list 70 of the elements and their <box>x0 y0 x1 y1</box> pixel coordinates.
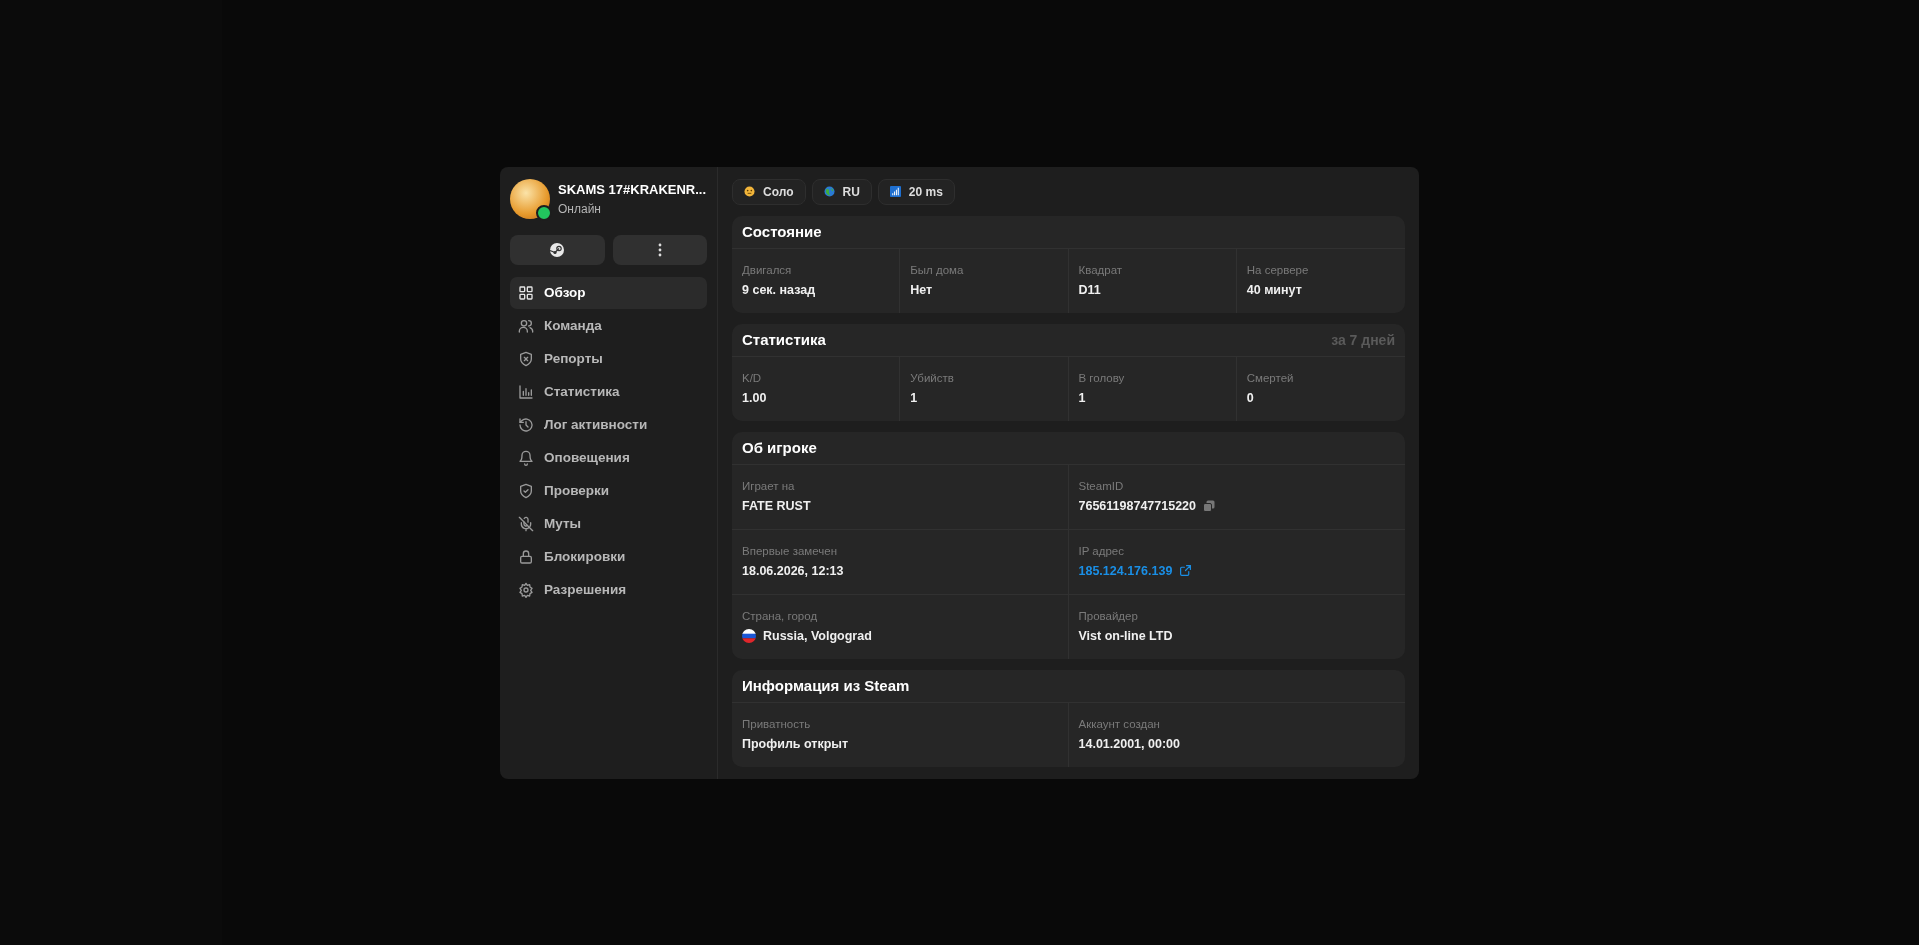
copy-icon[interactable] <box>1203 499 1215 512</box>
field-value: Vist on-line LTD <box>1078 628 1173 643</box>
field-label: K/D <box>742 371 763 384</box>
field-label: Смертей <box>1246 371 1295 384</box>
steam-icon <box>549 241 566 258</box>
field-value: FATE RUST <box>742 498 811 513</box>
field-value: 9 сек. назад <box>742 282 816 297</box>
flag-icon <box>742 628 756 643</box>
nav-item[interactable]: Муты <box>510 507 707 540</box>
ip-link[interactable]: 185.124.176.139 <box>1078 563 1173 578</box>
nav-item[interactable]: Разрешения <box>510 573 707 606</box>
tag-chip: RU <box>811 178 872 205</box>
shield-x-icon <box>518 350 534 367</box>
player-name: SKAMS 17#KRAKENR... <box>558 181 707 199</box>
field-value: Russia, Volgograd <box>763 628 872 643</box>
field-value: 1.00 <box>742 390 767 405</box>
steam-profile-button[interactable] <box>510 234 605 265</box>
nav-item[interactable]: Статистика <box>510 375 707 408</box>
nav-item[interactable]: Репорты <box>510 342 707 375</box>
field-value: Нет <box>910 282 933 297</box>
nav-item[interactable]: Блокировки <box>510 540 707 573</box>
field-value: 76561198747715220 <box>1078 498 1196 513</box>
field-value: D11 <box>1078 282 1101 297</box>
signal-icon <box>889 186 901 197</box>
external-link-icon[interactable] <box>1179 564 1193 577</box>
field-label: Провайдер <box>1078 609 1139 622</box>
field-label: Двигался <box>742 263 793 276</box>
nav-item[interactable]: Обзор <box>510 276 707 309</box>
bell-icon <box>518 449 534 466</box>
field-value: 0 <box>1246 390 1254 405</box>
field-label: На сервере <box>1246 263 1310 276</box>
field-value: 1 <box>1078 390 1086 405</box>
section-title: Информация из Steam <box>742 677 910 694</box>
field-label: Аккаунт создан <box>1078 717 1161 730</box>
globe-icon <box>823 186 835 197</box>
field-label: Впервые замечен <box>742 544 838 557</box>
face-icon <box>744 186 755 197</box>
tag-chip: Соло <box>732 178 806 205</box>
field-label: В голову <box>1078 371 1126 384</box>
field-label: Был дома <box>910 263 965 276</box>
field-value: 40 минут <box>1246 282 1302 297</box>
field-label: Квадрат <box>1078 263 1124 276</box>
lock-icon <box>518 548 534 565</box>
grid-icon <box>518 284 534 301</box>
shield-check-icon <box>518 482 534 499</box>
chart-icon <box>518 383 534 400</box>
gear-icon <box>518 581 534 598</box>
section-title: Статистика <box>742 331 826 348</box>
users-icon <box>518 317 534 334</box>
field-label: Страна, город <box>742 609 819 622</box>
field-label: Приватность <box>742 717 812 730</box>
section-title: Состояние <box>742 223 822 240</box>
nav-item[interactable]: Проверки <box>510 474 707 507</box>
nav-item[interactable]: Лог активности <box>510 408 707 441</box>
field-label: IP адрес <box>1078 544 1125 557</box>
field-value: 14.01.2001, 00:00 <box>1078 736 1180 751</box>
nav-item[interactable]: Оповещения <box>510 441 707 474</box>
field-value: 18.06.2026, 12:13 <box>742 563 844 578</box>
field-value: Профиль открыт <box>742 736 849 751</box>
mic-off-icon <box>518 515 534 532</box>
nav-item[interactable]: Команда <box>510 309 707 342</box>
player-status: Онлайн <box>558 202 601 216</box>
field-label: Играет на <box>742 479 796 492</box>
more-icon <box>657 242 662 257</box>
tag-chip: 20 ms <box>877 178 955 205</box>
history-icon <box>518 416 534 433</box>
field-label: Убийств <box>910 371 955 384</box>
field-value: 1 <box>910 390 918 405</box>
field-label: SteamID <box>1078 479 1125 492</box>
section-title: Об игроке <box>742 439 817 456</box>
